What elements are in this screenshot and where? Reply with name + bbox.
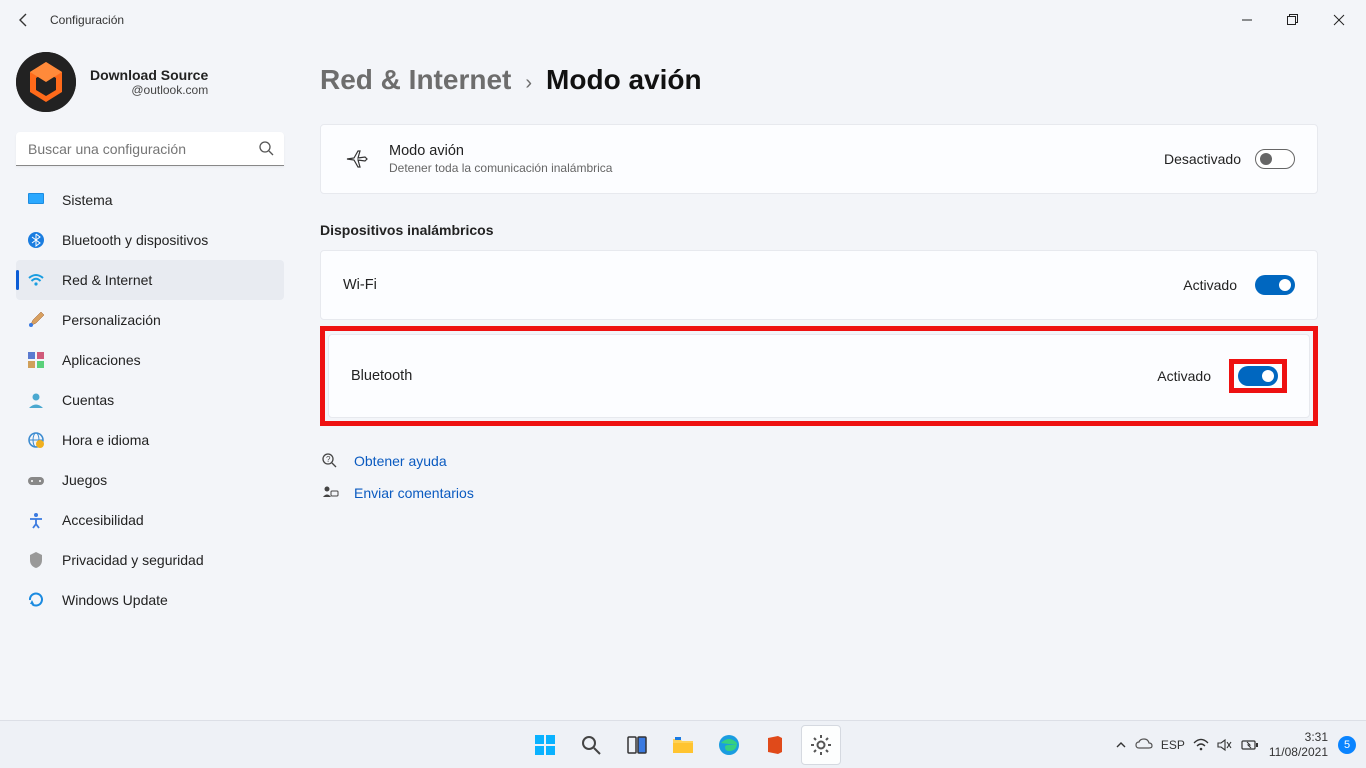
sidebar-item-personalizacion[interactable]: Personalización	[16, 300, 284, 340]
tray-chevron-icon[interactable]	[1115, 739, 1127, 751]
sidebar-item-accesibilidad[interactable]: Accesibilidad	[16, 500, 284, 540]
avatar	[16, 52, 76, 112]
shield-icon	[26, 550, 46, 570]
edge-button[interactable]	[709, 725, 749, 765]
sidebar-item-cuentas[interactable]: Cuentas	[16, 380, 284, 420]
bluetooth-icon	[26, 230, 46, 250]
apps-icon	[26, 350, 46, 370]
bluetooth-toggle[interactable]	[1238, 366, 1278, 386]
search-input[interactable]	[16, 132, 284, 166]
person-icon	[26, 390, 46, 410]
sidebar-item-juegos[interactable]: Juegos	[16, 460, 284, 500]
page-title: Modo avión	[546, 64, 702, 96]
chevron-right-icon: ›	[525, 72, 532, 95]
office-button[interactable]	[755, 725, 795, 765]
monitor-icon	[26, 190, 46, 210]
sidebar-item-aplicaciones[interactable]: Aplicaciones	[16, 340, 284, 380]
file-explorer-button[interactable]	[663, 725, 703, 765]
get-help-link[interactable]: Obtener ayuda	[354, 453, 447, 469]
accessibility-icon	[26, 510, 46, 530]
sidebar-item-label: Hora e idioma	[62, 432, 149, 448]
maximize-button[interactable]	[1270, 0, 1316, 40]
tray-lang[interactable]: ESP	[1161, 738, 1185, 752]
sidebar-item-windows-update[interactable]: Windows Update	[16, 580, 284, 620]
search-icon	[258, 140, 274, 156]
minimize-button[interactable]	[1224, 0, 1270, 40]
sidebar-item-label: Cuentas	[62, 392, 114, 408]
bluetooth-setting-row[interactable]: Bluetooth Activado	[328, 334, 1310, 418]
profile-email: @outlook.com	[90, 83, 208, 97]
taskbar-date: 11/08/2021	[1269, 745, 1328, 759]
sidebar-item-label: Bluetooth y dispositivos	[62, 232, 208, 248]
sidebar-item-bluetooth-dispositivos[interactable]: Bluetooth y dispositivos	[16, 220, 284, 260]
feedback-icon	[320, 484, 340, 502]
airplane-icon	[343, 147, 371, 171]
close-button[interactable]	[1316, 0, 1362, 40]
tray-onedrive-icon[interactable]	[1135, 738, 1153, 752]
sidebar-item-red-internet[interactable]: Red & Internet	[16, 260, 284, 300]
wifi-label: Wi-Fi	[343, 277, 377, 293]
breadcrumb-parent[interactable]: Red & Internet	[320, 64, 511, 96]
update-icon	[26, 590, 46, 610]
sidebar-item-label: Privacidad y seguridad	[62, 552, 204, 568]
sidebar-item-sistema[interactable]: Sistema	[16, 180, 284, 220]
profile-name: Download Source	[90, 67, 208, 83]
tray-wifi-icon[interactable]	[1193, 738, 1209, 752]
sidebar-item-label: Windows Update	[62, 592, 168, 608]
sidebar-item-label: Aplicaciones	[62, 352, 141, 368]
back-button[interactable]	[4, 0, 44, 40]
wifi-toggle[interactable]	[1255, 275, 1295, 295]
task-view-button[interactable]	[617, 725, 657, 765]
airplane-mode-card[interactable]: Modo avión Detener toda la comunicación …	[320, 124, 1318, 194]
settings-button[interactable]	[801, 725, 841, 765]
bluetooth-status: Activado	[1157, 368, 1211, 384]
wifi-status: Activado	[1183, 277, 1237, 293]
sidebar-item-label: Personalización	[62, 312, 161, 328]
notifications-badge[interactable]: 5	[1338, 736, 1356, 754]
gamepad-icon	[26, 470, 46, 490]
sidebar-item-label: Sistema	[62, 192, 113, 208]
brush-icon	[26, 310, 46, 330]
sidebar-nav: Sistema Bluetooth y dispositivos Red & I…	[16, 180, 284, 620]
search-box[interactable]	[16, 132, 284, 166]
sidebar-item-label: Accesibilidad	[62, 512, 144, 528]
send-feedback-link[interactable]: Enviar comentarios	[354, 485, 474, 501]
profile-block[interactable]: Download Source @outlook.com	[16, 52, 284, 112]
help-icon: ?	[320, 452, 340, 470]
tray-battery-icon[interactable]	[1241, 739, 1259, 751]
airplane-mode-toggle[interactable]	[1255, 149, 1295, 169]
bluetooth-label: Bluetooth	[351, 368, 412, 384]
sidebar-item-hora-idioma[interactable]: Hora e idioma	[16, 420, 284, 460]
bluetooth-highlight: Bluetooth Activado	[320, 326, 1318, 426]
window-title: Configuración	[50, 13, 124, 27]
taskbar: ESP 3:31 11/08/2021 5	[0, 720, 1366, 768]
help-link-row: ? Obtener ayuda	[320, 452, 1318, 470]
breadcrumb: Red & Internet › Modo avión	[320, 64, 1318, 96]
bluetooth-toggle-highlight	[1229, 359, 1287, 393]
wireless-devices-heading: Dispositivos inalámbricos	[320, 222, 1318, 238]
wifi-setting-row[interactable]: Wi-Fi Activado	[320, 250, 1318, 320]
taskbar-time: 3:31	[1269, 730, 1328, 744]
taskbar-search-button[interactable]	[571, 725, 611, 765]
feedback-link-row: Enviar comentarios	[320, 484, 1318, 502]
airplane-mode-status: Desactivado	[1164, 151, 1241, 167]
globe-clock-icon	[26, 430, 46, 450]
wifi-icon	[26, 270, 46, 290]
tray-volume-icon[interactable]	[1217, 738, 1233, 752]
sidebar-item-privacidad-seguridad[interactable]: Privacidad y seguridad	[16, 540, 284, 580]
sidebar-item-label: Red & Internet	[62, 272, 152, 288]
airplane-mode-title: Modo avión	[389, 143, 612, 159]
airplane-mode-subtitle: Detener toda la comunicación inalámbrica	[389, 161, 612, 175]
svg-text:?: ?	[326, 455, 331, 464]
start-button[interactable]	[525, 725, 565, 765]
sidebar-item-label: Juegos	[62, 472, 107, 488]
taskbar-clock[interactable]: 3:31 11/08/2021	[1269, 730, 1328, 759]
